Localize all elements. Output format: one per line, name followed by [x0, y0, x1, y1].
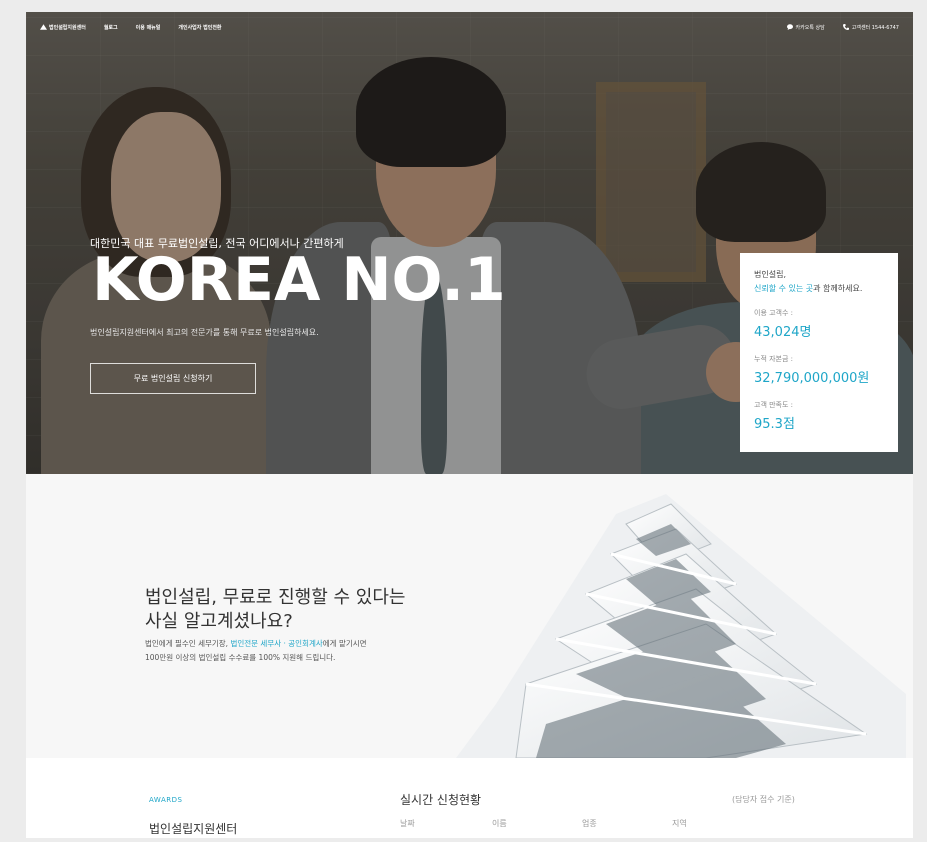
- hero-section: 법인설립지원센터 월로그 이용 매뉴얼 개인사업자 법인전환 카카오톡 상담 고…: [26, 12, 913, 474]
- stats-tagline-rest: 과 함께하세요.: [813, 284, 863, 293]
- section2-desc-pre: 법인에게 필수인 세무기장,: [145, 639, 231, 648]
- section2-heading-line1: 법인설립, 무료로 진행할 수 있다는: [145, 587, 406, 608]
- top-navigation: 법인설립지원센터 월로그 이용 매뉴얼 개인사업자 법인전환 카카오톡 상담 고…: [26, 12, 913, 42]
- stat-value-capital: 32,790,000,000원: [754, 371, 870, 386]
- stats-heading: 법인설립,: [754, 270, 786, 279]
- column-date: 날짜: [400, 819, 415, 828]
- section2-heading: 법인설립, 무료로 진행할 수 있다는 사실 알고계셨나요?: [145, 586, 405, 634]
- realtime-table-header: 날짜 이름 업종 지역: [400, 818, 720, 832]
- nav-right-group: 카카오톡 상담 고객센터 1544-6747: [786, 24, 899, 31]
- column-name: 이름: [492, 819, 507, 828]
- section2-desc-accent: 법인전문 세무사 · 공인회계사: [230, 639, 323, 648]
- stats-tagline-accent: 신뢰할 수 있는 곳: [754, 284, 814, 293]
- kakao-consult-label: 카카오톡 상담: [795, 24, 825, 31]
- realtime-note: (담당자 접수 기준): [732, 795, 795, 804]
- stat-value-customers: 43,024명: [754, 325, 812, 340]
- chat-bubble-icon: [786, 24, 793, 30]
- section2-heading-line2: 사실 알고계셨나요?: [145, 611, 293, 632]
- phone-number: 고객센터 1544-6747: [851, 24, 899, 31]
- logo-text: 법인설립지원센터: [49, 24, 86, 31]
- building-illustration: [456, 494, 906, 758]
- column-industry: 업종: [582, 819, 597, 828]
- column-region: 지역: [672, 819, 687, 828]
- awards-center-name: 법인설립지원센터: [149, 822, 238, 836]
- stats-card: 법인설립, 신뢰할 수 있는 곳과 함께하세요. 이용 고객수 : 43,024…: [740, 253, 898, 452]
- hero-title: KOREA NO.1: [92, 245, 506, 315]
- stat-label-capital: 누적 자본금 :: [754, 355, 794, 363]
- section2-description: 법인에게 필수인 세무기장, 법인전문 세무사 · 공인회계사에게 맡기시면 1…: [145, 637, 367, 665]
- page-frame: 법인설립지원센터 월로그 이용 매뉴얼 개인사업자 법인전환 카카오톡 상담 고…: [26, 12, 913, 838]
- realtime-title: 실시간 신청현황: [400, 793, 482, 807]
- stat-label-customers: 이용 고객수 :: [754, 309, 794, 317]
- awards-label: AWARDS: [149, 796, 183, 804]
- hero-description: 법인설립지원센터에서 최고의 전문가를 통해 무료로 법인설립하세요.: [90, 328, 319, 337]
- stat-label-satisfaction: 고객 만족도 :: [754, 401, 794, 409]
- nav-link-blog[interactable]: 월로그: [104, 24, 118, 31]
- free-incorporation-section: 법인설립, 무료로 진행할 수 있다는 사실 알고계셨나요? 법인에게 필수인 …: [26, 474, 913, 758]
- nav-link-manual[interactable]: 이용 매뉴얼: [136, 24, 161, 31]
- logo-icon: [40, 24, 47, 30]
- phone-icon: [842, 24, 849, 30]
- section2-desc-line2: 100만원 이상의 법인설립 수수료를 100% 지원해 드립니다.: [145, 653, 336, 662]
- awards-realtime-section: AWARDS 법인설립지원센터 실시간 신청현황 (담당자 접수 기준) 날짜 …: [26, 758, 913, 838]
- free-incorporation-apply-button[interactable]: 무료 법인설립 신청하기: [90, 363, 256, 394]
- nav-link-conversion[interactable]: 개인사업자 법인전환: [178, 24, 221, 31]
- section2-desc-post: 에게 맡기시면: [322, 639, 367, 648]
- site-logo[interactable]: 법인설립지원센터: [40, 24, 86, 31]
- kakao-consult-link[interactable]: 카카오톡 상담: [786, 24, 825, 31]
- stats-tagline: 신뢰할 수 있는 곳과 함께하세요.: [754, 283, 884, 294]
- stat-value-satisfaction: 95.3점: [754, 417, 795, 432]
- phone-contact[interactable]: 고객센터 1544-6747: [842, 24, 899, 31]
